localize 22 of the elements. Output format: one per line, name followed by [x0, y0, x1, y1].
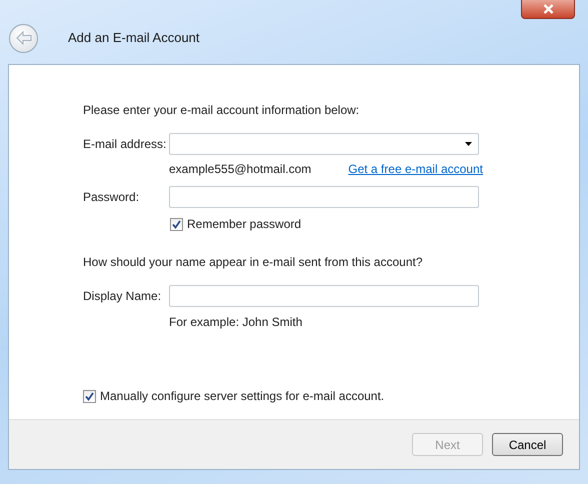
checkbox-label: Manually configure server settings for e-mail account.: [100, 388, 384, 405]
field-label: Display Name:: [83, 288, 162, 305]
checkbox-label: Remember password: [187, 216, 302, 233]
free-account-link[interactable]: Get a free e-mail account: [348, 160, 483, 178]
close-button[interactable]: [521, 0, 575, 19]
close-icon: [542, 4, 554, 14]
password-field[interactable]: [169, 186, 479, 208]
example-text: example555@hotmail.com: [169, 161, 312, 178]
email-combo-box[interactable]: [169, 133, 479, 155]
checkbox[interactable]: [83, 390, 96, 402]
window-title: Add an E-mail Account: [68, 29, 200, 48]
display-name-field[interactable]: [169, 285, 479, 307]
dialog-button[interactable]: Cancel: [492, 433, 563, 456]
field-label: Password:: [83, 189, 140, 206]
field-label: E-mail address:: [83, 136, 168, 153]
back-arrow-icon: [16, 31, 32, 45]
instruction-text: Please enter your e-mail account information below:: [83, 102, 360, 119]
dropdown-arrow-icon: [465, 142, 472, 146]
example-text: For example: John Smith: [168, 314, 302, 331]
back-button[interactable]: [9, 24, 38, 52]
checkbox[interactable]: [170, 218, 183, 230]
question-text: How should your name appear in e-mail sent from this account?: [83, 254, 424, 271]
